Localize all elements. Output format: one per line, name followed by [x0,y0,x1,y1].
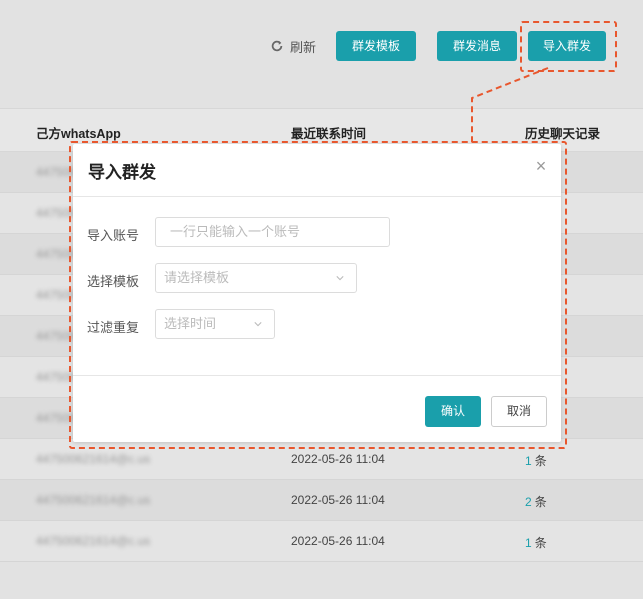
history-cell: 1条 [525,452,547,469]
column-header-account: 己方whatsApp [36,127,121,141]
refresh-label: 刷新 [290,39,317,55]
history-count-link[interactable]: 1 [525,454,532,468]
column-header-last-contact: 最近联系时间 [291,127,367,141]
import-button-highlight [520,21,617,72]
account-cell: 447500621614@c.us [36,534,151,548]
dialog-highlight [69,141,567,449]
history-count-link[interactable]: 2 [525,495,532,509]
account-cell: 447500621614@c.us [36,452,151,466]
mass-message-button[interactable]: 群发消息 [437,31,517,61]
template-button[interactable]: 群发模板 [336,31,416,61]
last-contact-cell: 2022-05-26 11:04 [291,493,385,507]
history-unit: 条 [534,454,547,468]
table-row: 447500621614@c.us 2022-05-26 11:04 1 条 [0,521,643,562]
history-cell: 2条 [525,493,547,510]
history-cell: 1条 [525,534,547,551]
table-row: 447500621614@c.us 2022-05-26 11:04 2 条 [0,480,643,521]
history-unit: 条 [534,495,547,509]
highlight-connector [471,67,549,144]
history-unit: 条 [534,536,547,550]
refresh-icon [271,40,283,52]
last-contact-cell: 2022-05-26 11:04 [291,452,385,466]
refresh-button[interactable]: 刷新 [270,36,316,56]
history-count-link[interactable]: 1 [525,536,532,550]
last-contact-cell: 2022-05-26 11:04 [291,534,385,548]
account-cell: 447500621614@c.us [36,493,151,507]
